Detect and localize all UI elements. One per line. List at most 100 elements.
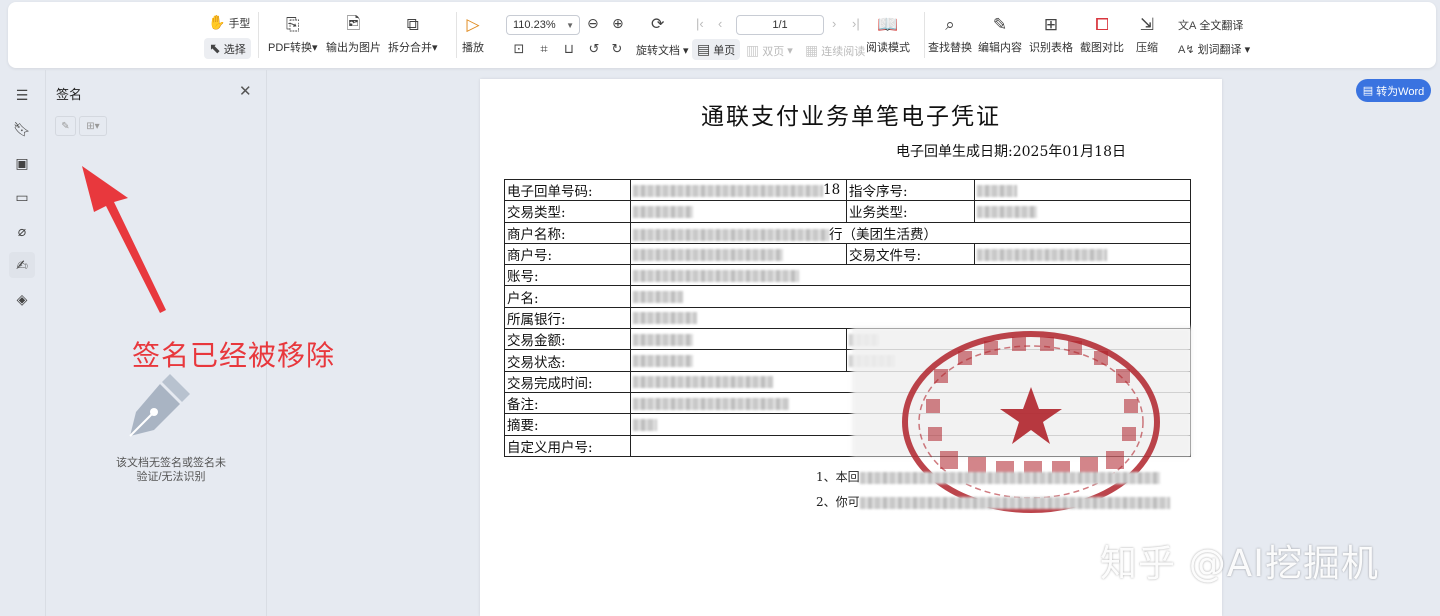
prev-page-icon[interactable]: ‹	[718, 16, 722, 31]
full-translate-button[interactable]: 文A 全文翻译	[1178, 17, 1243, 33]
redacted-value	[633, 418, 657, 431]
annotation-text: 签名已经被移除	[132, 339, 336, 372]
hand-icon: ✋	[208, 14, 226, 30]
sign-tool-button[interactable]: ✎	[55, 116, 76, 136]
export-image-button[interactable]: 🖻 输出为图片	[326, 14, 381, 55]
redacted-value	[859, 471, 1160, 484]
table-row: 所属银行:	[504, 306, 1191, 330]
fit-width-button[interactable]: ⊔	[560, 40, 578, 58]
next-page-icon[interactable]: ›	[832, 16, 836, 31]
table-scan-icon: ⊞	[1043, 15, 1059, 34]
redacted-value	[633, 376, 773, 389]
redacted-value	[633, 184, 823, 197]
rotate-right-button[interactable]: ↻	[608, 40, 626, 58]
table-row: 交易类型: 业务类型:	[504, 200, 1191, 223]
table-row: 商户号: 交易文件号:	[504, 242, 1191, 266]
main-toolbar: ✋ 手型 ⬉ 选择 ⎘ PDF转换▾ 🖻 输出为图片 ⧉ 拆分合并▾ ▷ 播放 …	[8, 2, 1436, 68]
empty-message: 该文档无签名或签名未 验证/无法识别	[116, 457, 226, 483]
red-arrow-annotation	[82, 166, 166, 313]
split-merge-icon: ⧉	[406, 15, 419, 34]
table-row: 电子回单号码: 18 指令序号:	[504, 178, 1191, 202]
continuous-read-button[interactable]: ▦ 连续阅读	[805, 42, 865, 59]
fit-page-icon: ⌗	[540, 41, 548, 56]
watermark: 知乎 @AI挖掘机	[1100, 542, 1379, 585]
redacted-value	[633, 248, 783, 261]
pdf-convert-button[interactable]: ⎘ PDF转换▾	[268, 14, 318, 55]
compare-icon: ⧠	[1095, 15, 1109, 34]
play-button[interactable]: ▷ 播放	[462, 14, 484, 55]
split-merge-button[interactable]: ⧉ 拆分合并▾	[388, 14, 438, 55]
hand-tool-button[interactable]: ✋ 手型	[208, 14, 250, 31]
comment-icon[interactable]: ▭	[9, 184, 35, 210]
table-row: 账号:	[504, 264, 1191, 287]
redacted-value	[633, 333, 693, 346]
pen-small-icon: ✎	[61, 120, 70, 132]
fountain-pen-icon	[129, 374, 190, 437]
signature-icon[interactable]: ✍	[9, 252, 35, 278]
convert-to-word-button[interactable]: ▤ 转为Word	[1356, 79, 1431, 102]
first-page-icon[interactable]: |‹	[696, 16, 704, 31]
redacted-value	[633, 205, 693, 218]
rotate-document-button[interactable]: 旋转文档 ▾	[636, 42, 689, 58]
doc-date: 电子回单生成日期:2025年01月18日	[896, 144, 1126, 160]
word-translate-icon: A↯	[1178, 43, 1195, 56]
translate-icon: 文A	[1178, 20, 1197, 32]
zoom-out-icon: ⊖	[587, 15, 599, 31]
divider	[258, 12, 259, 58]
redacted-value	[977, 184, 1017, 197]
edit-content-button[interactable]: ✎ 编辑内容	[978, 14, 1022, 55]
redacted-value	[633, 312, 697, 325]
panel-title: 签名	[56, 87, 83, 102]
rotate-button-icon[interactable]: ⟳	[651, 14, 664, 34]
table-row: 户名:	[504, 285, 1191, 308]
chevron-down-icon: ▼	[566, 20, 574, 30]
double-page-icon: ▥	[746, 42, 760, 58]
find-replace-button[interactable]: ⌕ 查找替换	[928, 14, 972, 55]
book-icon: 📖	[877, 15, 899, 34]
redacted-value	[633, 355, 693, 368]
screenshot-compare-button[interactable]: ⧠ 截图对比	[1080, 14, 1124, 55]
redacted-value	[633, 291, 683, 304]
actual-size-button[interactable]: ⊡	[510, 40, 528, 58]
zoom-select[interactable]: 110.23% ▼	[506, 15, 580, 35]
pdf-convert-icon: ⎘	[285, 15, 300, 34]
rotate-left-button[interactable]: ↺	[585, 40, 603, 58]
redacted-value	[633, 229, 829, 242]
bookmark-icon[interactable]: 🔖︎	[9, 116, 35, 142]
view-options-button[interactable]: ⊞▾	[79, 116, 107, 136]
rotate-right-icon: ↻	[611, 41, 623, 56]
fit-width-icon: ⊔	[563, 41, 575, 56]
redacted-value	[859, 496, 1170, 509]
edit-icon: ✎	[992, 15, 1008, 34]
select-tool-button[interactable]: ⬉ 选择	[204, 38, 251, 59]
actual-size-icon: ⊡	[513, 41, 525, 56]
zoom-in-button[interactable]: ⊕	[612, 15, 624, 32]
thumbnail-icon[interactable]: ▣	[9, 150, 35, 176]
close-icon[interactable]: ✕	[239, 82, 252, 100]
last-page-icon[interactable]: ›|	[852, 16, 860, 31]
continuous-icon: ▦	[805, 42, 819, 58]
page-input[interactable]: 1/1	[736, 15, 824, 35]
redacted-value	[633, 397, 789, 410]
attachment-icon[interactable]: ⌀	[9, 218, 35, 244]
grid-icon: ⊞▾	[86, 120, 100, 132]
double-page-button[interactable]: ▥ 双页 ▾	[746, 42, 793, 59]
layers-icon[interactable]: ◈	[9, 286, 35, 312]
cursor-icon: ⬉	[209, 40, 221, 56]
fit-page-button[interactable]: ⌗	[535, 40, 553, 58]
compress-button[interactable]: ⇲ 压缩	[1136, 14, 1158, 55]
zoom-out-button[interactable]: ⊖	[587, 15, 599, 32]
left-rail: ☰ 🔖︎ ▣ ▭ ⌀ ✍ ◈	[0, 70, 46, 616]
redacted-value	[633, 269, 799, 282]
single-page-button[interactable]: ▤ 单页	[692, 39, 741, 60]
recognize-table-button[interactable]: ⊞ 识别表格	[1029, 14, 1073, 55]
read-mode-button[interactable]: 📖 阅读模式	[866, 14, 910, 55]
single-page-icon: ▤	[697, 41, 711, 57]
word-translate-button[interactable]: A↯ 划词翻译 ▾	[1178, 41, 1250, 57]
outline-icon[interactable]: ☰	[9, 82, 35, 108]
doc-title: 通联支付业务单笔电子凭证	[701, 104, 1001, 130]
zoom-in-icon: ⊕	[612, 15, 624, 31]
rotate-left-icon: ↺	[588, 41, 600, 56]
play-icon: ▷	[466, 15, 480, 34]
divider	[456, 12, 457, 58]
